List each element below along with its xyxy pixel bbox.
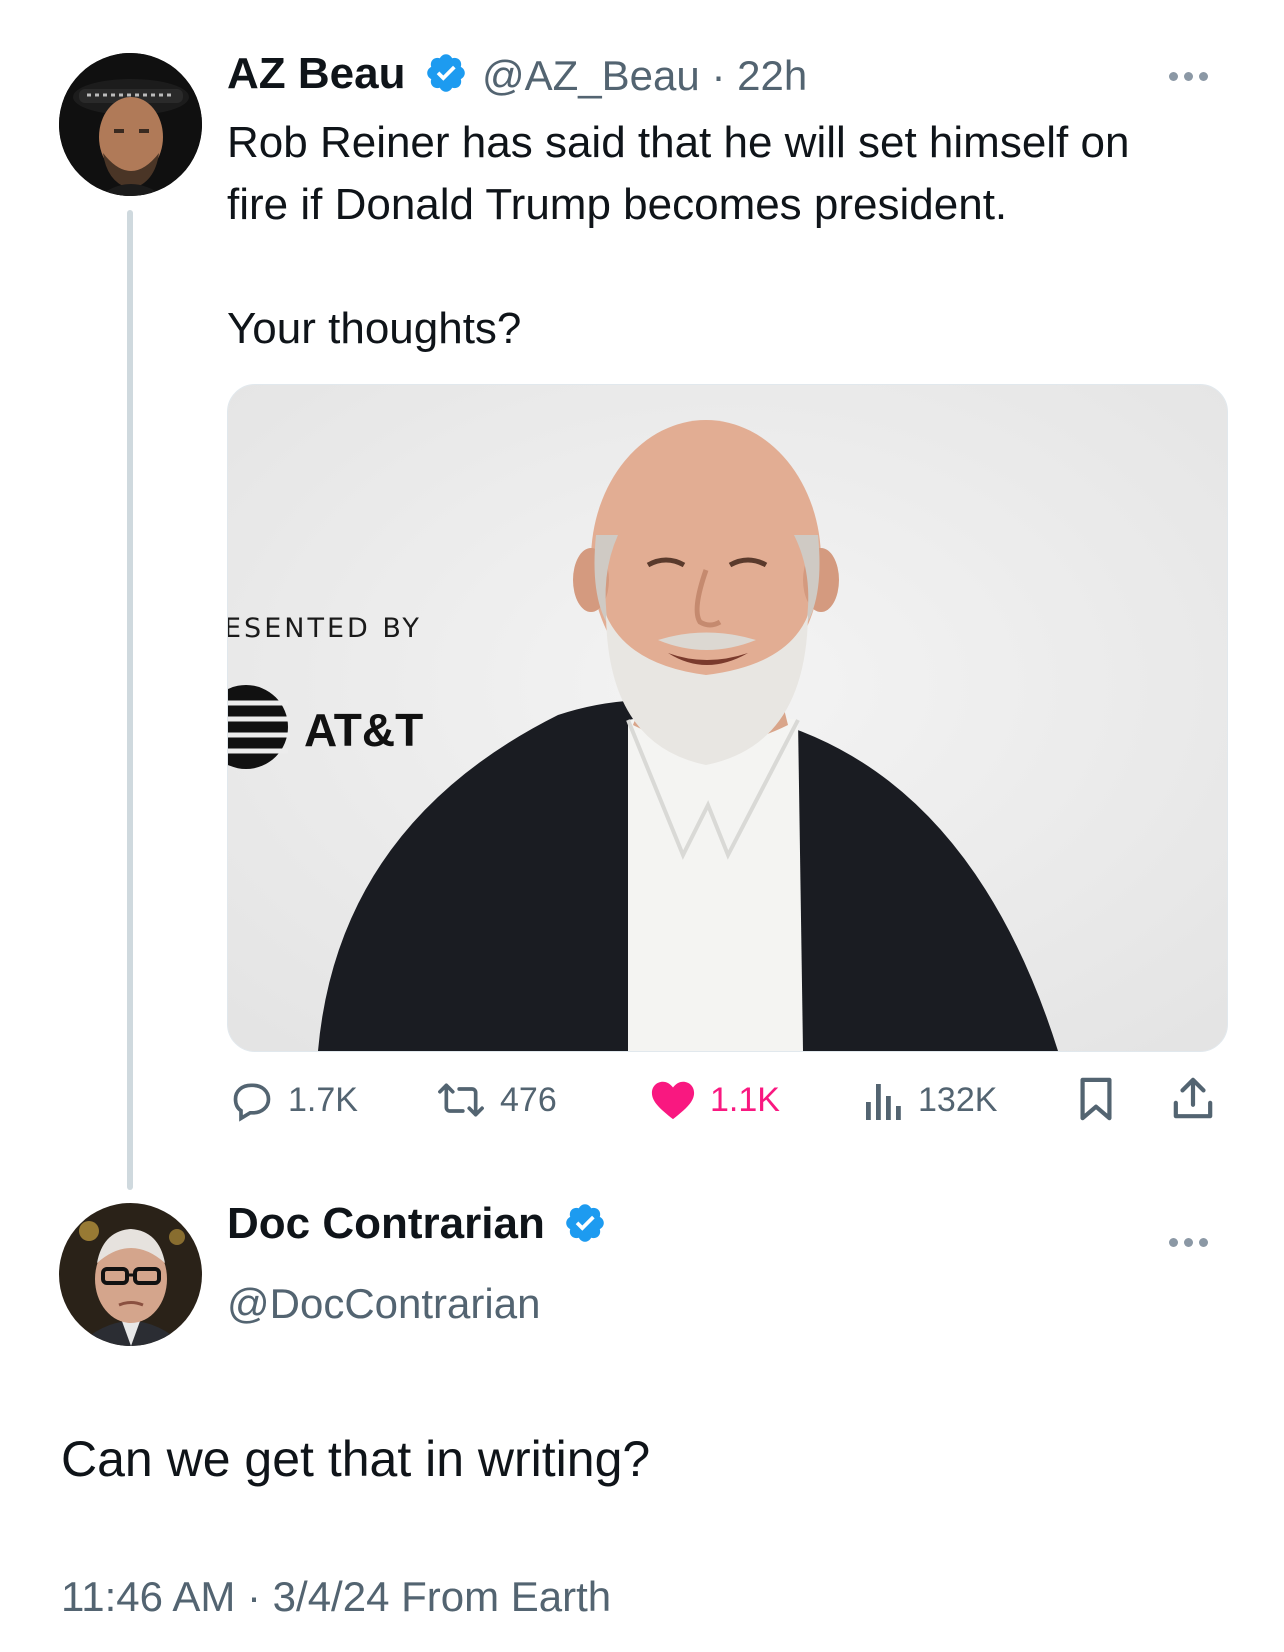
heart-icon — [651, 1081, 695, 1120]
media-sponsor-logo-text: AT&T — [304, 704, 424, 756]
reply-text: Can we get that in writing? — [61, 1431, 651, 1487]
reply-icon — [233, 1083, 271, 1122]
like-count: 1.1K — [710, 1080, 780, 1119]
avatar-doc-contrarian[interactable] — [59, 1203, 202, 1346]
author-meta: @AZ_Beau · 22h — [482, 52, 807, 100]
avatar-image — [59, 1203, 202, 1346]
views-chart-icon — [866, 1084, 901, 1120]
avatar-az-beau[interactable] — [59, 53, 202, 196]
share-icon[interactable] — [1172, 1076, 1214, 1127]
reply-count: 1.7K — [288, 1080, 358, 1119]
reply-more-options-icon[interactable] — [1169, 1238, 1208, 1247]
bookmark-icon[interactable] — [1076, 1076, 1116, 1127]
avatar-image — [59, 53, 202, 196]
retweet-icon — [438, 1083, 484, 1117]
retweet-count: 476 — [500, 1080, 557, 1119]
tweet-text-line-1: Rob Reiner has said that he will set him… — [227, 118, 1130, 167]
author-name-row: AZ Beau — [227, 48, 468, 100]
author-handle[interactable]: @AZ_Beau — [482, 52, 700, 99]
tweet-time[interactable]: 22h — [737, 52, 807, 99]
author-name[interactable]: AZ Beau — [227, 49, 405, 98]
tweet-text: Rob Reiner has said that he will set him… — [227, 112, 1247, 360]
verified-badge-icon — [426, 54, 465, 93]
reply-action[interactable]: 1.7K — [230, 1078, 358, 1122]
reply-author-name[interactable]: Doc Contrarian — [227, 1199, 545, 1248]
views-count: 132K — [918, 1080, 998, 1119]
tweet-media-image[interactable]: ESENTED BY AT&T — [227, 384, 1228, 1052]
like-action[interactable]: 1.1K — [650, 1078, 780, 1122]
reply-timestamp[interactable]: 11:46 AM · 3/4/24 From Earth — [61, 1573, 611, 1621]
tweet-text-line-3: Your thoughts? — [227, 304, 522, 353]
reply-author-handle[interactable]: @DocContrarian — [227, 1280, 540, 1328]
retweet-action[interactable]: 476 — [436, 1078, 557, 1122]
meta-separator: · — [711, 52, 726, 99]
more-options-icon[interactable] — [1169, 72, 1208, 81]
verified-badge-icon — [566, 1204, 604, 1243]
tweet-text-line-2: fire if Donald Trump becomes president. — [227, 180, 1008, 229]
media-backdrop-text: ESENTED BY — [227, 613, 422, 644]
reply-author-name-row: Doc Contrarian — [227, 1198, 607, 1250]
thread-line — [127, 210, 133, 1190]
views-action[interactable]: 132K — [864, 1078, 997, 1122]
